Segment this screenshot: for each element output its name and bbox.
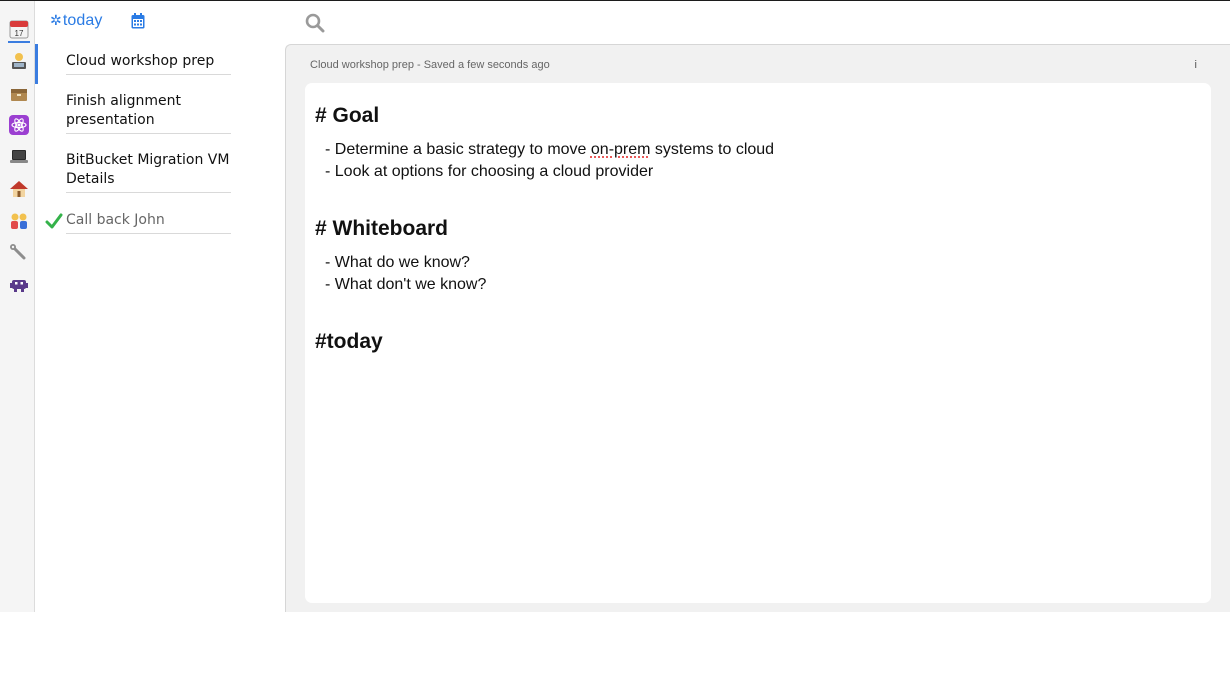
app-window: 17 ✲today Cloud workshop prep Finish ali… [0,0,1230,612]
note-list-panel: ✲today Cloud workshop prep Finish alignm… [35,1,285,612]
person-laptop-icon-graphic [12,53,26,69]
house-icon-graphic [10,181,28,197]
category-rail: 17 [0,1,35,612]
heading-whiteboard: # Whiteboard [315,217,449,240]
whiteboard-item-1: - What do we know? [325,254,470,271]
wrench-icon-graphic [10,244,26,260]
calendar-17-icon-graphic: 17 [9,20,29,39]
couple-icon[interactable] [9,211,29,231]
box-icon[interactable] [9,84,29,104]
note-list-item[interactable]: Finish alignment presentation [66,92,231,134]
person-laptop-icon[interactable] [9,51,29,71]
svg-text:17: 17 [15,29,24,38]
note-title: Cloud workshop prep [66,53,215,69]
note-title: Finish alignment presentation [66,93,182,128]
active-note-indicator [35,44,38,84]
laptop-icon[interactable] [9,147,29,167]
atom-icon[interactable] [9,115,29,135]
wrench-icon[interactable] [9,243,29,263]
note-list-item[interactable]: Cloud workshop prep [66,52,231,75]
alien-icon-graphic [10,280,28,292]
note-editor[interactable]: # Goal - Determine a basic strategy to m… [305,83,1211,603]
whiteboard-item-2: - What don't we know? [325,276,487,293]
calendar-icon[interactable] [131,13,145,29]
save-status: Cloud workshop prep - Saved a few second… [310,59,550,71]
spellcheck-word: on-prem [590,141,651,158]
calendar-17-icon[interactable]: 17 [8,19,30,43]
laptop-icon-graphic [10,150,28,163]
info-button[interactable]: i [1195,59,1197,71]
checkmark-icon [45,213,63,229]
tag-filter-label: today [62,12,103,29]
note-list-item-completed[interactable]: Call back John [66,211,231,234]
editor-panel: Cloud workshop prep - Saved a few second… [285,44,1230,612]
goal-item-2: - Look at options for choosing a cloud p… [325,163,654,180]
alien-icon[interactable] [9,275,29,295]
goal-item-1-part: - Determine a basic strategy to move [325,141,591,158]
goal-item-1: - Determine a basic strategy to move on-… [325,141,774,159]
goal-item-1-part: systems to cloud [650,141,775,158]
tag-filter-title[interactable]: ✲today [50,12,102,30]
note-list-item[interactable]: BitBucket Migration VM Details [66,151,231,193]
box-icon-graphic [11,89,27,101]
atom-icon-graphic [9,115,29,135]
search-icon[interactable] [305,13,325,33]
heading-goal: # Goal [315,104,380,127]
gear-icon: ✲ [50,12,62,28]
house-icon[interactable] [9,179,29,199]
note-title: BitBucket Migration VM Details [66,152,230,187]
tag-line: #today [315,330,383,353]
couple-icon-graphic [11,213,27,229]
note-title: Call back John [66,212,165,228]
